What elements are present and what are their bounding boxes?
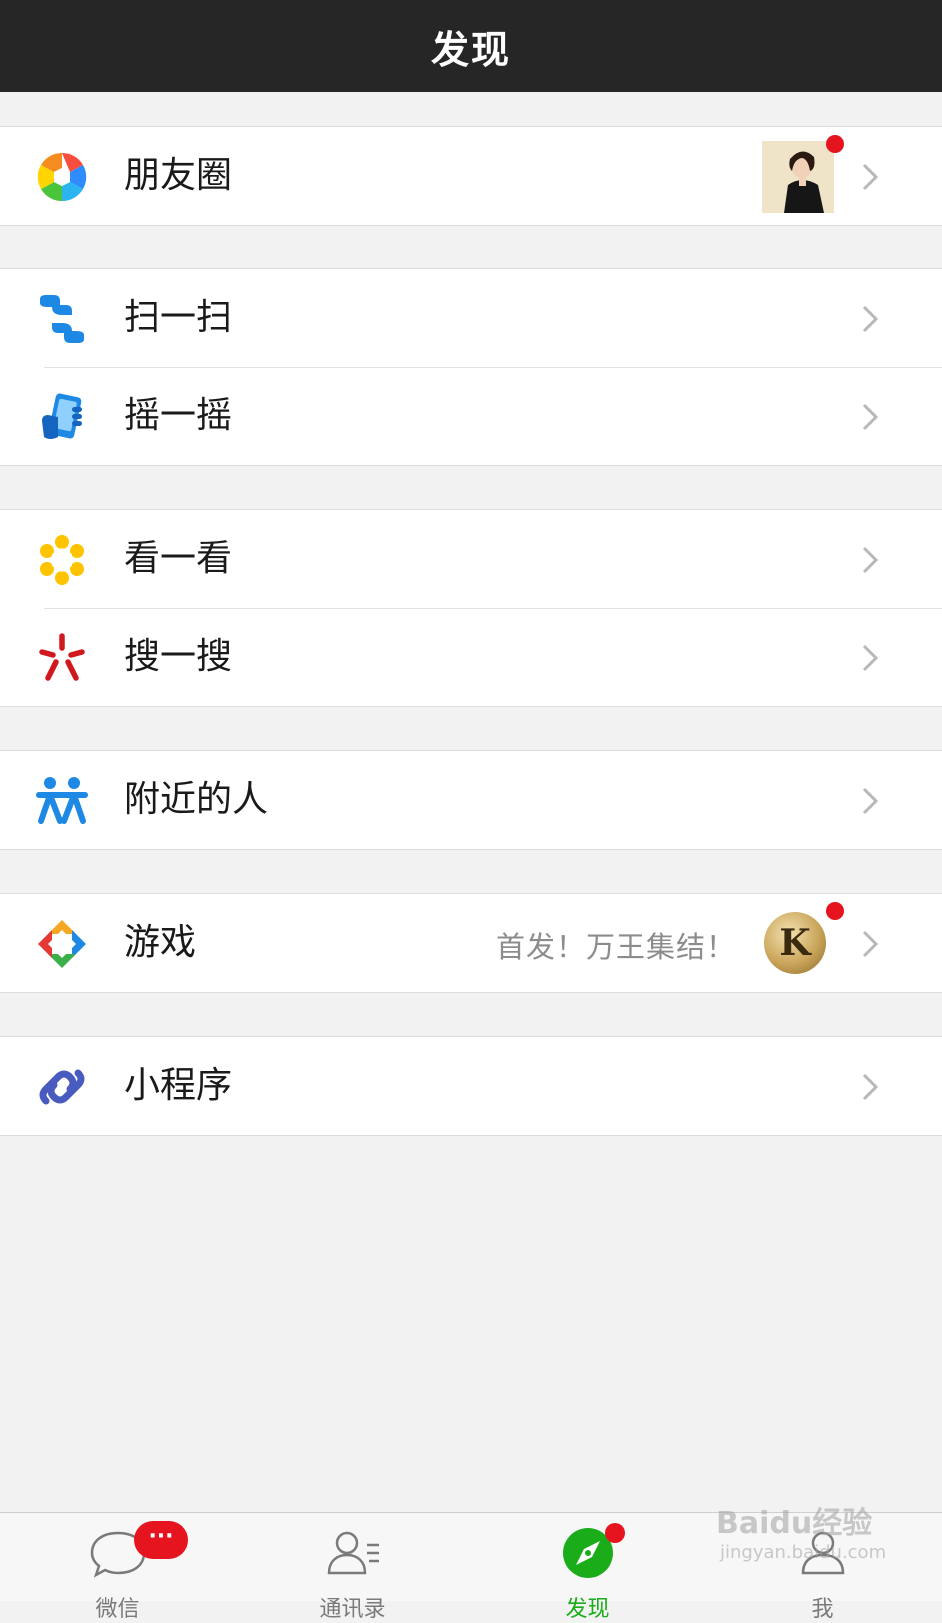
watermark-main: Baidu经验 bbox=[716, 1506, 873, 1541]
menu-label: 扫一扫 bbox=[124, 297, 233, 338]
menu-item-shake[interactable]: 摇一摇 bbox=[0, 367, 942, 465]
baidu-jingyan-watermark: Baidu经验 jingyan.baidu.com bbox=[716, 1498, 906, 1568]
chevron-right-icon bbox=[858, 161, 882, 193]
game-promo-logo: K bbox=[764, 912, 826, 974]
top-stories-icon bbox=[36, 534, 88, 586]
tab-contacts[interactable]: 通讯录 bbox=[235, 1513, 470, 1622]
tab-chats[interactable]: ··· 微信 bbox=[0, 1513, 235, 1622]
chevron-right-icon bbox=[858, 785, 882, 817]
discover-list: 朋友圈 扫一扫 摇一摇 看一看 搜一搜 附近的人 游戏 首发！万王集结！ K 小… bbox=[0, 92, 942, 1512]
chevron-right-icon bbox=[858, 401, 882, 433]
menu-item-people-nearby[interactable]: 附近的人 bbox=[0, 751, 942, 849]
menu-item-mini-programs[interactable]: 小程序 bbox=[0, 1037, 942, 1135]
moments-aperture-icon bbox=[36, 151, 88, 203]
tab-label: 发现 bbox=[565, 1597, 610, 1622]
chevron-right-icon bbox=[858, 642, 882, 674]
contacts-icon bbox=[323, 1523, 383, 1583]
mini-program-icon bbox=[36, 1061, 88, 1113]
chevron-right-icon bbox=[858, 928, 882, 960]
group-nearby: 附近的人 bbox=[0, 750, 942, 850]
menu-label: 朋友圈 bbox=[124, 155, 233, 196]
page-title: 发现 bbox=[430, 27, 511, 72]
menu-label: 游戏 bbox=[124, 922, 197, 963]
group-moments: 朋友圈 bbox=[0, 126, 942, 226]
menu-label: 小程序 bbox=[124, 1065, 233, 1106]
tab-label: 通讯录 bbox=[319, 1597, 386, 1622]
nav-header: 发现 bbox=[0, 0, 942, 92]
menu-label: 附近的人 bbox=[124, 779, 269, 820]
chevron-right-icon bbox=[858, 303, 882, 335]
watermark-sub: jingyan.baidu.com bbox=[720, 1542, 887, 1563]
shake-phone-icon bbox=[36, 391, 88, 443]
menu-label: 看一看 bbox=[124, 538, 233, 579]
menu-item-scan[interactable]: 扫一扫 bbox=[0, 269, 942, 367]
game-promo-text: 首发！万王集结！ bbox=[496, 930, 737, 964]
chats-unread-badge: ··· bbox=[134, 1521, 188, 1559]
search-burst-icon bbox=[36, 632, 88, 684]
tab-label: 我 bbox=[811, 1597, 834, 1622]
menu-item-search[interactable]: 搜一搜 bbox=[0, 608, 942, 706]
moments-new-dot bbox=[826, 135, 844, 153]
game-logo-letter: K bbox=[779, 922, 811, 964]
group-scan-shake: 扫一扫 摇一摇 bbox=[0, 268, 942, 466]
people-nearby-icon bbox=[36, 775, 88, 827]
group-games: 游戏 首发！万王集结！ K bbox=[0, 893, 942, 993]
menu-label: 搜一搜 bbox=[124, 636, 233, 677]
menu-item-moments[interactable]: 朋友圈 bbox=[0, 127, 942, 225]
menu-item-games[interactable]: 游戏 首发！万王集结！ K bbox=[0, 894, 942, 992]
discover-new-dot bbox=[605, 1523, 625, 1543]
moments-latest-thumbnail bbox=[762, 141, 834, 213]
chevron-right-icon bbox=[858, 1071, 882, 1103]
tab-discover[interactable]: 发现 bbox=[470, 1513, 705, 1622]
menu-item-top-stories[interactable]: 看一看 bbox=[0, 510, 942, 608]
menu-label: 摇一摇 bbox=[124, 395, 233, 436]
chevron-right-icon bbox=[858, 544, 882, 576]
group-look-search: 看一看 搜一搜 bbox=[0, 509, 942, 707]
games-new-dot bbox=[826, 902, 844, 920]
tab-label: 微信 bbox=[95, 1597, 140, 1622]
games-icon bbox=[36, 918, 88, 970]
scan-icon bbox=[36, 293, 88, 345]
group-mini-programs: 小程序 bbox=[0, 1036, 942, 1136]
